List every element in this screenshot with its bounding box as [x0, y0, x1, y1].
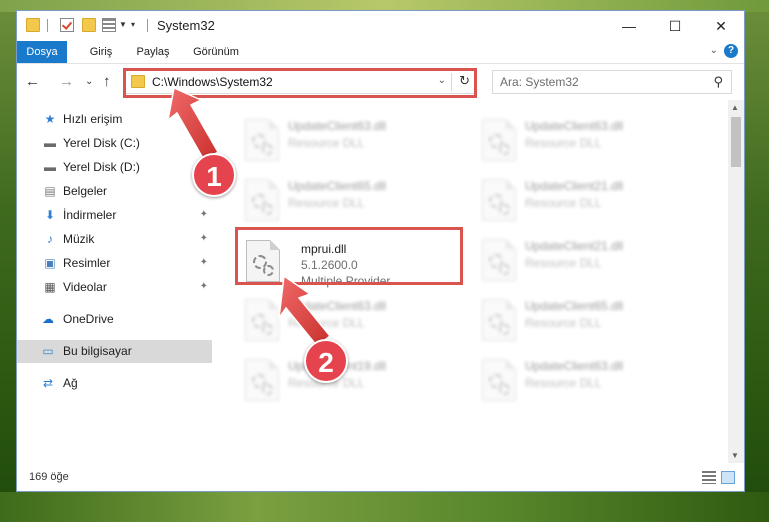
arrow-2-icon: [278, 274, 332, 348]
arrow-1-icon: [166, 86, 220, 162]
step-badge-2: 2: [304, 339, 348, 383]
step-badge-1: 1: [192, 153, 236, 197]
annotation-arrows: [166, 86, 332, 348]
